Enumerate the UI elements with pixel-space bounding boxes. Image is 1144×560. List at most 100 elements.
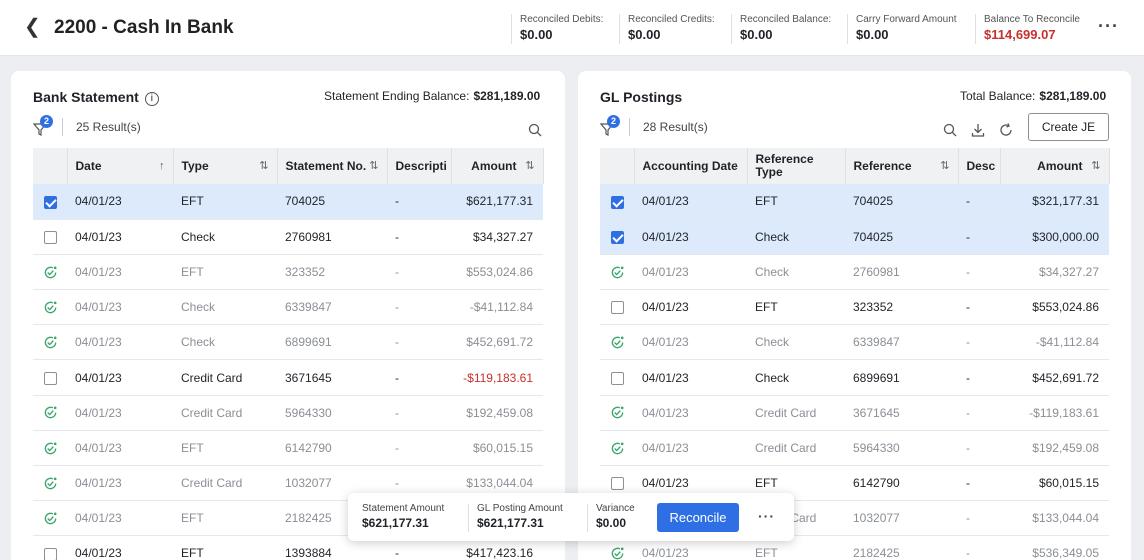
table-row[interactable]: 04/01/23 EFT 704025- $621,177.31 bbox=[33, 184, 543, 220]
reconciled-check-icon bbox=[43, 300, 58, 315]
search-icon[interactable] bbox=[528, 123, 542, 137]
table-row[interactable]: 04/01/23 Check 2760981- $34,327.27 bbox=[33, 219, 543, 255]
row-select-cell[interactable] bbox=[33, 219, 67, 255]
row-select-cell[interactable] bbox=[33, 395, 67, 431]
row-select-cell[interactable] bbox=[600, 184, 634, 220]
row-select-cell[interactable] bbox=[33, 500, 67, 537]
column-header-type[interactable]: Type ⇅ bbox=[173, 148, 278, 184]
cell-type: Credit Card bbox=[747, 430, 845, 467]
sort-asc-icon[interactable]: ↑ bbox=[159, 160, 165, 173]
column-header-reference-type[interactable]: Reference Type bbox=[747, 148, 846, 184]
cell-statement-no: 6899691 bbox=[277, 324, 387, 361]
row-select-cell[interactable] bbox=[33, 254, 67, 291]
row-select-cell[interactable] bbox=[600, 430, 634, 467]
metric-label: Reconciled Credits: bbox=[628, 14, 715, 25]
cell-reference: 704025 bbox=[845, 219, 958, 255]
row-select-cell[interactable] bbox=[600, 219, 634, 255]
cell-type: Check bbox=[747, 219, 845, 255]
row-checkbox[interactable] bbox=[43, 195, 57, 209]
cell-type: EFT bbox=[173, 430, 277, 467]
row-select-cell[interactable] bbox=[600, 395, 634, 431]
refresh-icon[interactable] bbox=[999, 123, 1013, 137]
cell-type: Check bbox=[173, 324, 277, 361]
row-select-cell[interactable] bbox=[33, 430, 67, 467]
metric-carry-forward: Carry Forward Amount $0.00 bbox=[847, 14, 957, 44]
more-options-icon[interactable]: ··· bbox=[1098, 16, 1119, 37]
sort-icon[interactable]: ⇅ bbox=[369, 160, 378, 173]
table-row[interactable]: 04/01/23 Check 2760981- $34,327.27 bbox=[600, 254, 1109, 291]
row-select-cell[interactable] bbox=[600, 289, 634, 326]
cell-amount: $34,327.27 bbox=[1000, 254, 1109, 291]
sort-icon[interactable]: ⇅ bbox=[259, 160, 268, 173]
row-select-cell[interactable] bbox=[600, 254, 634, 291]
row-select-cell[interactable] bbox=[33, 324, 67, 361]
row-checkbox[interactable] bbox=[43, 371, 57, 385]
more-options-icon[interactable]: ··· bbox=[758, 508, 775, 524]
row-select-cell[interactable] bbox=[33, 535, 67, 560]
divider bbox=[468, 504, 469, 532]
column-header-amount[interactable]: Amount ⇅ bbox=[1000, 148, 1110, 184]
column-header-description[interactable]: Desc bbox=[958, 148, 1001, 184]
table-row[interactable]: 04/01/23 Check 6899691- $452,691.72 bbox=[33, 324, 543, 361]
sort-asc-icon[interactable]: ↑ bbox=[733, 160, 739, 173]
row-checkbox[interactable] bbox=[610, 195, 624, 209]
column-header-statement-no[interactable]: Statement No. ⇅ bbox=[277, 148, 388, 184]
sort-icon[interactable]: ⇅ bbox=[1091, 160, 1100, 173]
reconciled-check-icon bbox=[43, 511, 58, 526]
reconcile-summary-bar: Statement Amount $621,177.31 GL Posting … bbox=[348, 493, 794, 541]
cell-type: EFT bbox=[173, 500, 277, 537]
table-row[interactable]: 04/01/23 EFT 6142790- $60,015.15 bbox=[33, 430, 543, 467]
table-row[interactable]: 04/01/23 EFT 323352- $553,024.86 bbox=[33, 254, 543, 291]
cell-amount: -$119,183.61 bbox=[451, 359, 543, 396]
row-select-cell[interactable] bbox=[33, 465, 67, 502]
column-header-date[interactable]: Date ↑ bbox=[67, 148, 174, 184]
table-row[interactable]: 04/01/23 Check 704025- $300,000.00 bbox=[600, 219, 1109, 255]
table-row[interactable]: 04/01/23 EFT 323352- $553,024.86 bbox=[600, 289, 1109, 326]
sort-icon[interactable]: ⇅ bbox=[525, 160, 534, 173]
row-checkbox[interactable] bbox=[43, 547, 57, 560]
filter-icon[interactable]: 2 bbox=[600, 115, 620, 136]
row-checkbox[interactable] bbox=[43, 230, 57, 244]
table-row[interactable]: 04/01/23 Credit Card 5964330- $192,459.08 bbox=[33, 395, 543, 431]
cell-type: Check bbox=[747, 254, 845, 291]
sort-icon[interactable]: ⇅ bbox=[940, 160, 949, 173]
cell-description: - bbox=[387, 430, 451, 467]
back-chevron-icon[interactable]: ❮ bbox=[24, 17, 41, 37]
cell-description: - bbox=[958, 535, 1000, 560]
row-checkbox[interactable] bbox=[610, 230, 624, 244]
download-icon[interactable] bbox=[971, 123, 985, 137]
cell-date: 04/01/23 bbox=[67, 465, 173, 502]
table-row[interactable]: 04/01/23 Check 6899691- $452,691.72 bbox=[600, 359, 1109, 396]
table-row[interactable]: 04/01/23 Check 6339847- -$41,112.84 bbox=[33, 289, 543, 326]
cell-type: EFT bbox=[173, 254, 277, 291]
column-header-accounting-date[interactable]: Accounting Date ↑ bbox=[634, 148, 748, 184]
table-row[interactable]: 04/01/23 Credit Card 3671645- -$119,183.61 bbox=[600, 395, 1109, 431]
row-select-cell[interactable] bbox=[600, 359, 634, 396]
table-row[interactable]: 04/01/23 Check 6339847- -$41,112.84 bbox=[600, 324, 1109, 361]
row-select-cell[interactable] bbox=[33, 359, 67, 396]
row-checkbox[interactable] bbox=[610, 371, 624, 385]
row-select-cell[interactable] bbox=[600, 324, 634, 361]
row-select-cell[interactable] bbox=[33, 184, 67, 220]
column-header-description[interactable]: Descripti bbox=[387, 148, 452, 184]
metric-value: $0.00 bbox=[520, 27, 553, 42]
balance-label: Total Balance: bbox=[960, 89, 1036, 103]
cell-amount: $553,024.86 bbox=[1000, 289, 1109, 326]
row-checkbox[interactable] bbox=[610, 477, 624, 491]
filter-icon[interactable]: 2 bbox=[33, 115, 53, 136]
search-icon[interactable] bbox=[943, 123, 957, 137]
table-row[interactable]: 04/01/23 EFT 704025- $321,177.31 bbox=[600, 184, 1109, 220]
column-header-reference[interactable]: Reference ⇅ bbox=[845, 148, 959, 184]
reconcile-button[interactable]: Reconcile bbox=[657, 503, 739, 532]
row-select-cell[interactable] bbox=[33, 289, 67, 326]
row-checkbox[interactable] bbox=[610, 301, 624, 315]
cell-description: - bbox=[387, 184, 451, 220]
info-icon[interactable]: i bbox=[144, 92, 159, 106]
create-je-button[interactable]: Create JE bbox=[1028, 113, 1109, 141]
cell-amount: $192,459.08 bbox=[451, 395, 543, 431]
table-row[interactable]: 04/01/23 Credit Card 5964330- $192,459.08 bbox=[600, 430, 1109, 467]
select-column-header bbox=[33, 148, 68, 184]
column-header-amount[interactable]: Amount ⇅ bbox=[451, 148, 544, 184]
variance-label: Variance bbox=[596, 503, 635, 514]
table-row[interactable]: 04/01/23 Credit Card 3671645- -$119,183.61 bbox=[33, 359, 543, 396]
